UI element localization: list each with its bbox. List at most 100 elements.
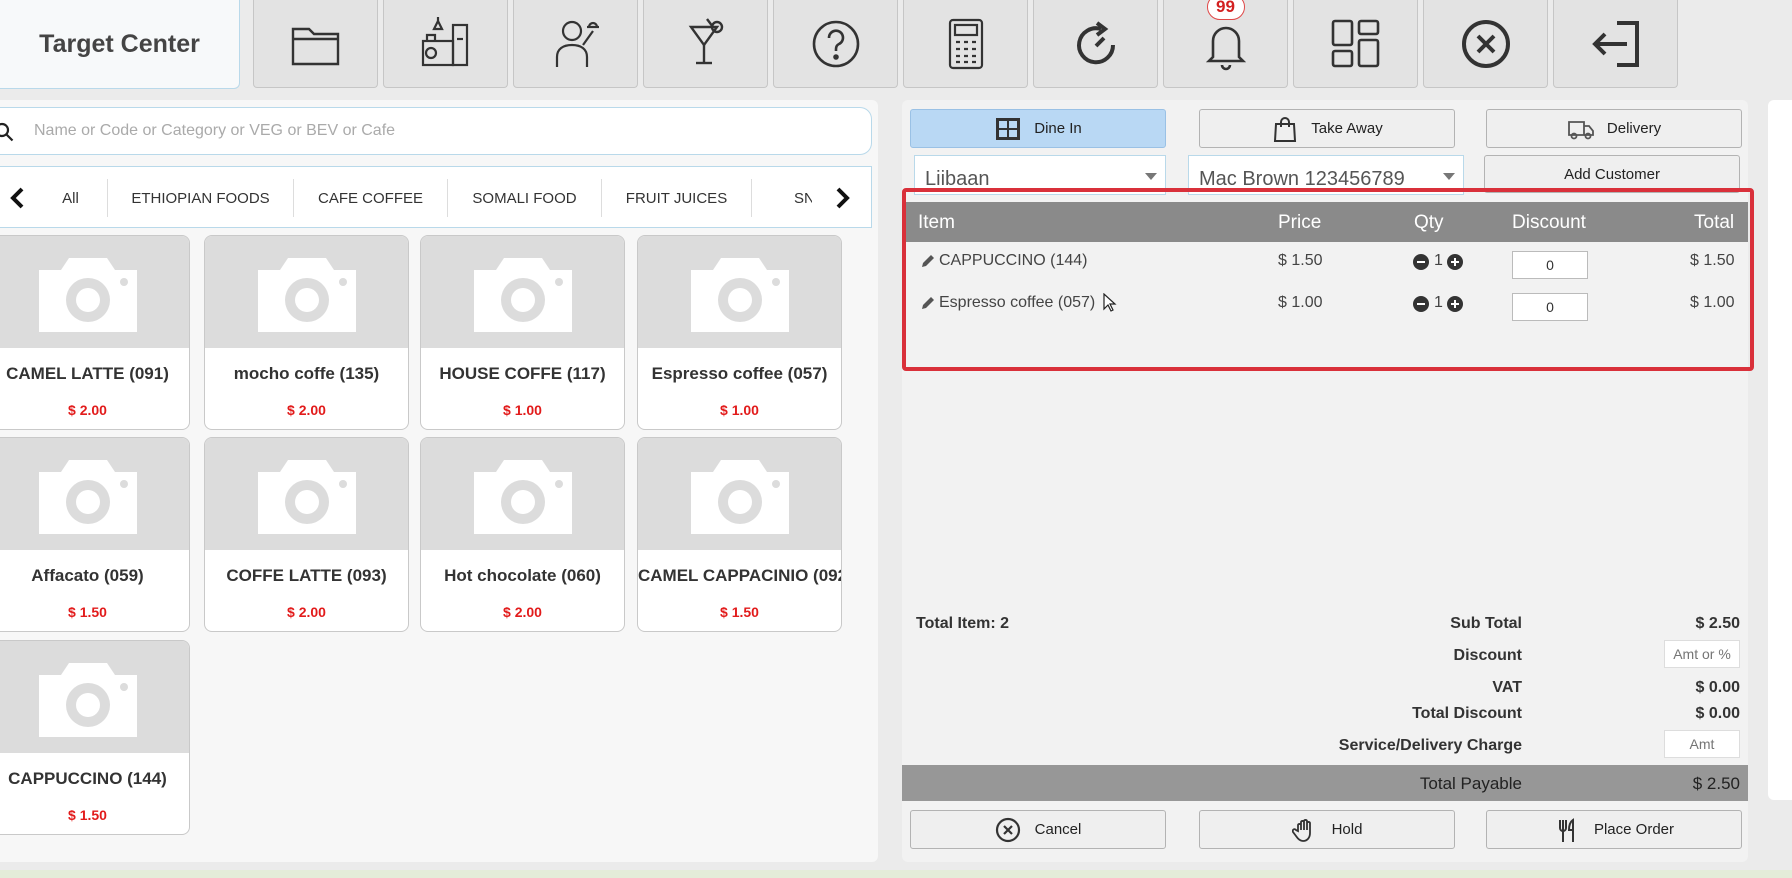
cancel-icon xyxy=(995,817,1020,842)
bar-button[interactable] xyxy=(643,0,768,88)
camera-icon xyxy=(257,258,356,332)
category-tab-cafe-coffee[interactable]: CAFE COFFEE xyxy=(294,179,448,217)
product-name: CAPPUCCINO (144) xyxy=(8,769,167,788)
product-image xyxy=(205,438,408,550)
product-card[interactable]: COFFE LATTE (093) $ 2.00 xyxy=(204,437,409,632)
product-card[interactable]: mocho coffe (135) $ 2.00 xyxy=(204,235,409,430)
cancel-label: Cancel xyxy=(1034,821,1082,838)
search-icon xyxy=(0,122,14,142)
category-prev-button[interactable] xyxy=(2,183,32,213)
dashboard-button[interactable] xyxy=(1293,0,1418,88)
product-price: $ 1.00 xyxy=(503,402,542,418)
product-card[interactable]: CAMEL CAPPACINIO (092 $ 1.50 xyxy=(637,437,842,632)
table-icon xyxy=(996,117,1021,140)
total-discount-label: Total Discount xyxy=(1412,705,1522,722)
dashboard-icon xyxy=(1331,19,1379,67)
category-next-button[interactable] xyxy=(828,183,858,213)
service-charge-input[interactable] xyxy=(1664,730,1740,758)
dine-in-button[interactable]: Dine In xyxy=(910,109,1166,148)
column-header-item: Item xyxy=(918,212,955,233)
category-tab-somali-food[interactable]: SOMALI FOOD xyxy=(448,179,602,217)
app-brand: Target Center xyxy=(0,0,240,89)
hold-button[interactable]: Hold xyxy=(1199,810,1455,849)
category-tab-ethiopian-foods[interactable]: ETHIOPIAN FOODS xyxy=(108,179,294,217)
order-item-qty: 1 xyxy=(1434,294,1443,311)
close-button[interactable] xyxy=(1423,0,1548,88)
camera-icon xyxy=(690,258,789,332)
column-header-total: Total xyxy=(1694,212,1735,233)
product-price: $ 2.00 xyxy=(68,402,107,418)
order-table-header: Item Price Qty Discount Total xyxy=(904,202,1748,242)
product-card[interactable]: HOUSE COFFE (117) $ 1.00 xyxy=(420,235,625,430)
search-input[interactable] xyxy=(34,108,854,154)
search-box[interactable] xyxy=(0,107,872,155)
discount-input[interactable] xyxy=(1512,251,1588,279)
total-payable-label: Total Payable xyxy=(1419,774,1522,793)
product-name: COFFE LATTE (093) xyxy=(226,566,387,585)
table-select[interactable]: Liibaan xyxy=(914,155,1166,195)
column-header-qty: Qty xyxy=(1414,212,1444,233)
discount-label: Discount xyxy=(1453,647,1522,664)
order-item-name: CAPPUCCINO (144) xyxy=(939,252,1088,269)
top-toolbar: Target Center 99 xyxy=(0,0,1792,90)
qty-increase-button[interactable] xyxy=(1447,254,1463,270)
folder-button[interactable] xyxy=(253,0,378,88)
sub-total-value: $ 2.50 xyxy=(1695,615,1740,632)
help-button[interactable] xyxy=(773,0,898,88)
place-order-label: Place Order xyxy=(1593,821,1675,838)
vat-label: VAT xyxy=(1492,679,1522,696)
product-image xyxy=(205,236,408,348)
total-payable-value: $ 2.50 xyxy=(1692,774,1740,793)
cutlery-icon xyxy=(1558,817,1574,842)
product-card[interactable]: CAPPUCCINO (144) $ 1.50 xyxy=(0,640,190,835)
hand-icon xyxy=(1291,818,1311,842)
logout-icon xyxy=(1591,20,1639,67)
product-image xyxy=(0,236,189,348)
order-item-name: Espresso coffee (057) xyxy=(939,294,1096,311)
take-away-button[interactable]: Take Away xyxy=(1199,109,1455,148)
qty-decrease-button[interactable] xyxy=(1413,254,1429,270)
product-card[interactable]: Hot chocolate (060) $ 2.00 xyxy=(420,437,625,632)
camera-icon xyxy=(473,258,572,332)
calculator-button[interactable] xyxy=(903,0,1028,88)
product-name: Hot chocolate (060) xyxy=(444,566,601,585)
category-tab-all[interactable]: All xyxy=(34,179,108,217)
product-image xyxy=(638,438,841,550)
qty-increase-button[interactable] xyxy=(1447,296,1463,312)
order-panel: Dine In Take Away Delivery Liibaan Mac B… xyxy=(902,100,1754,862)
order-discount-input[interactable] xyxy=(1664,640,1740,668)
bottom-strip xyxy=(0,870,1792,878)
delivery-button[interactable]: Delivery xyxy=(1486,109,1742,148)
customer-select[interactable]: Mac Brown 123456789 xyxy=(1188,155,1464,195)
total-payable-bar: Total Payable $ 2.50 xyxy=(902,765,1748,801)
notifications-button[interactable]: 99 xyxy=(1163,0,1288,88)
discount-input[interactable] xyxy=(1512,293,1588,321)
product-name: CAMEL LATTE (091) xyxy=(6,364,169,383)
waiter-button[interactable] xyxy=(513,0,638,88)
product-image xyxy=(638,236,841,348)
table-select-value: Liibaan xyxy=(925,168,990,190)
edit-pencil-icon[interactable] xyxy=(920,253,936,269)
camera-icon xyxy=(257,460,356,534)
product-card[interactable]: Espresso coffee (057) $ 1.00 xyxy=(637,235,842,430)
add-customer-button[interactable]: Add Customer xyxy=(1484,155,1740,193)
dine-in-label: Dine In xyxy=(1034,120,1082,137)
qty-decrease-button[interactable] xyxy=(1413,296,1429,312)
logout-button[interactable] xyxy=(1553,0,1678,88)
category-tab-fruit-juices[interactable]: FRUIT JUICES xyxy=(602,179,752,217)
caret-down-icon xyxy=(1443,173,1455,180)
kitchen-button[interactable] xyxy=(383,0,508,88)
category-tab-snacks[interactable]: SNA xyxy=(752,179,812,217)
product-price: $ 2.00 xyxy=(503,604,542,620)
product-image xyxy=(421,438,624,550)
camera-icon xyxy=(690,460,789,534)
product-card[interactable]: CAMEL LATTE (091) $ 2.00 xyxy=(0,235,190,430)
customer-select-value: Mac Brown 123456789 xyxy=(1199,168,1405,190)
notification-badge: 99 xyxy=(1206,0,1245,20)
cancel-button[interactable]: Cancel xyxy=(910,810,1166,849)
calculator-icon xyxy=(948,18,983,69)
edit-pencil-icon[interactable] xyxy=(920,295,936,311)
place-order-button[interactable]: Place Order xyxy=(1486,810,1742,849)
product-card[interactable]: Affacato (059) $ 1.50 xyxy=(0,437,190,632)
refresh-button[interactable] xyxy=(1033,0,1158,88)
